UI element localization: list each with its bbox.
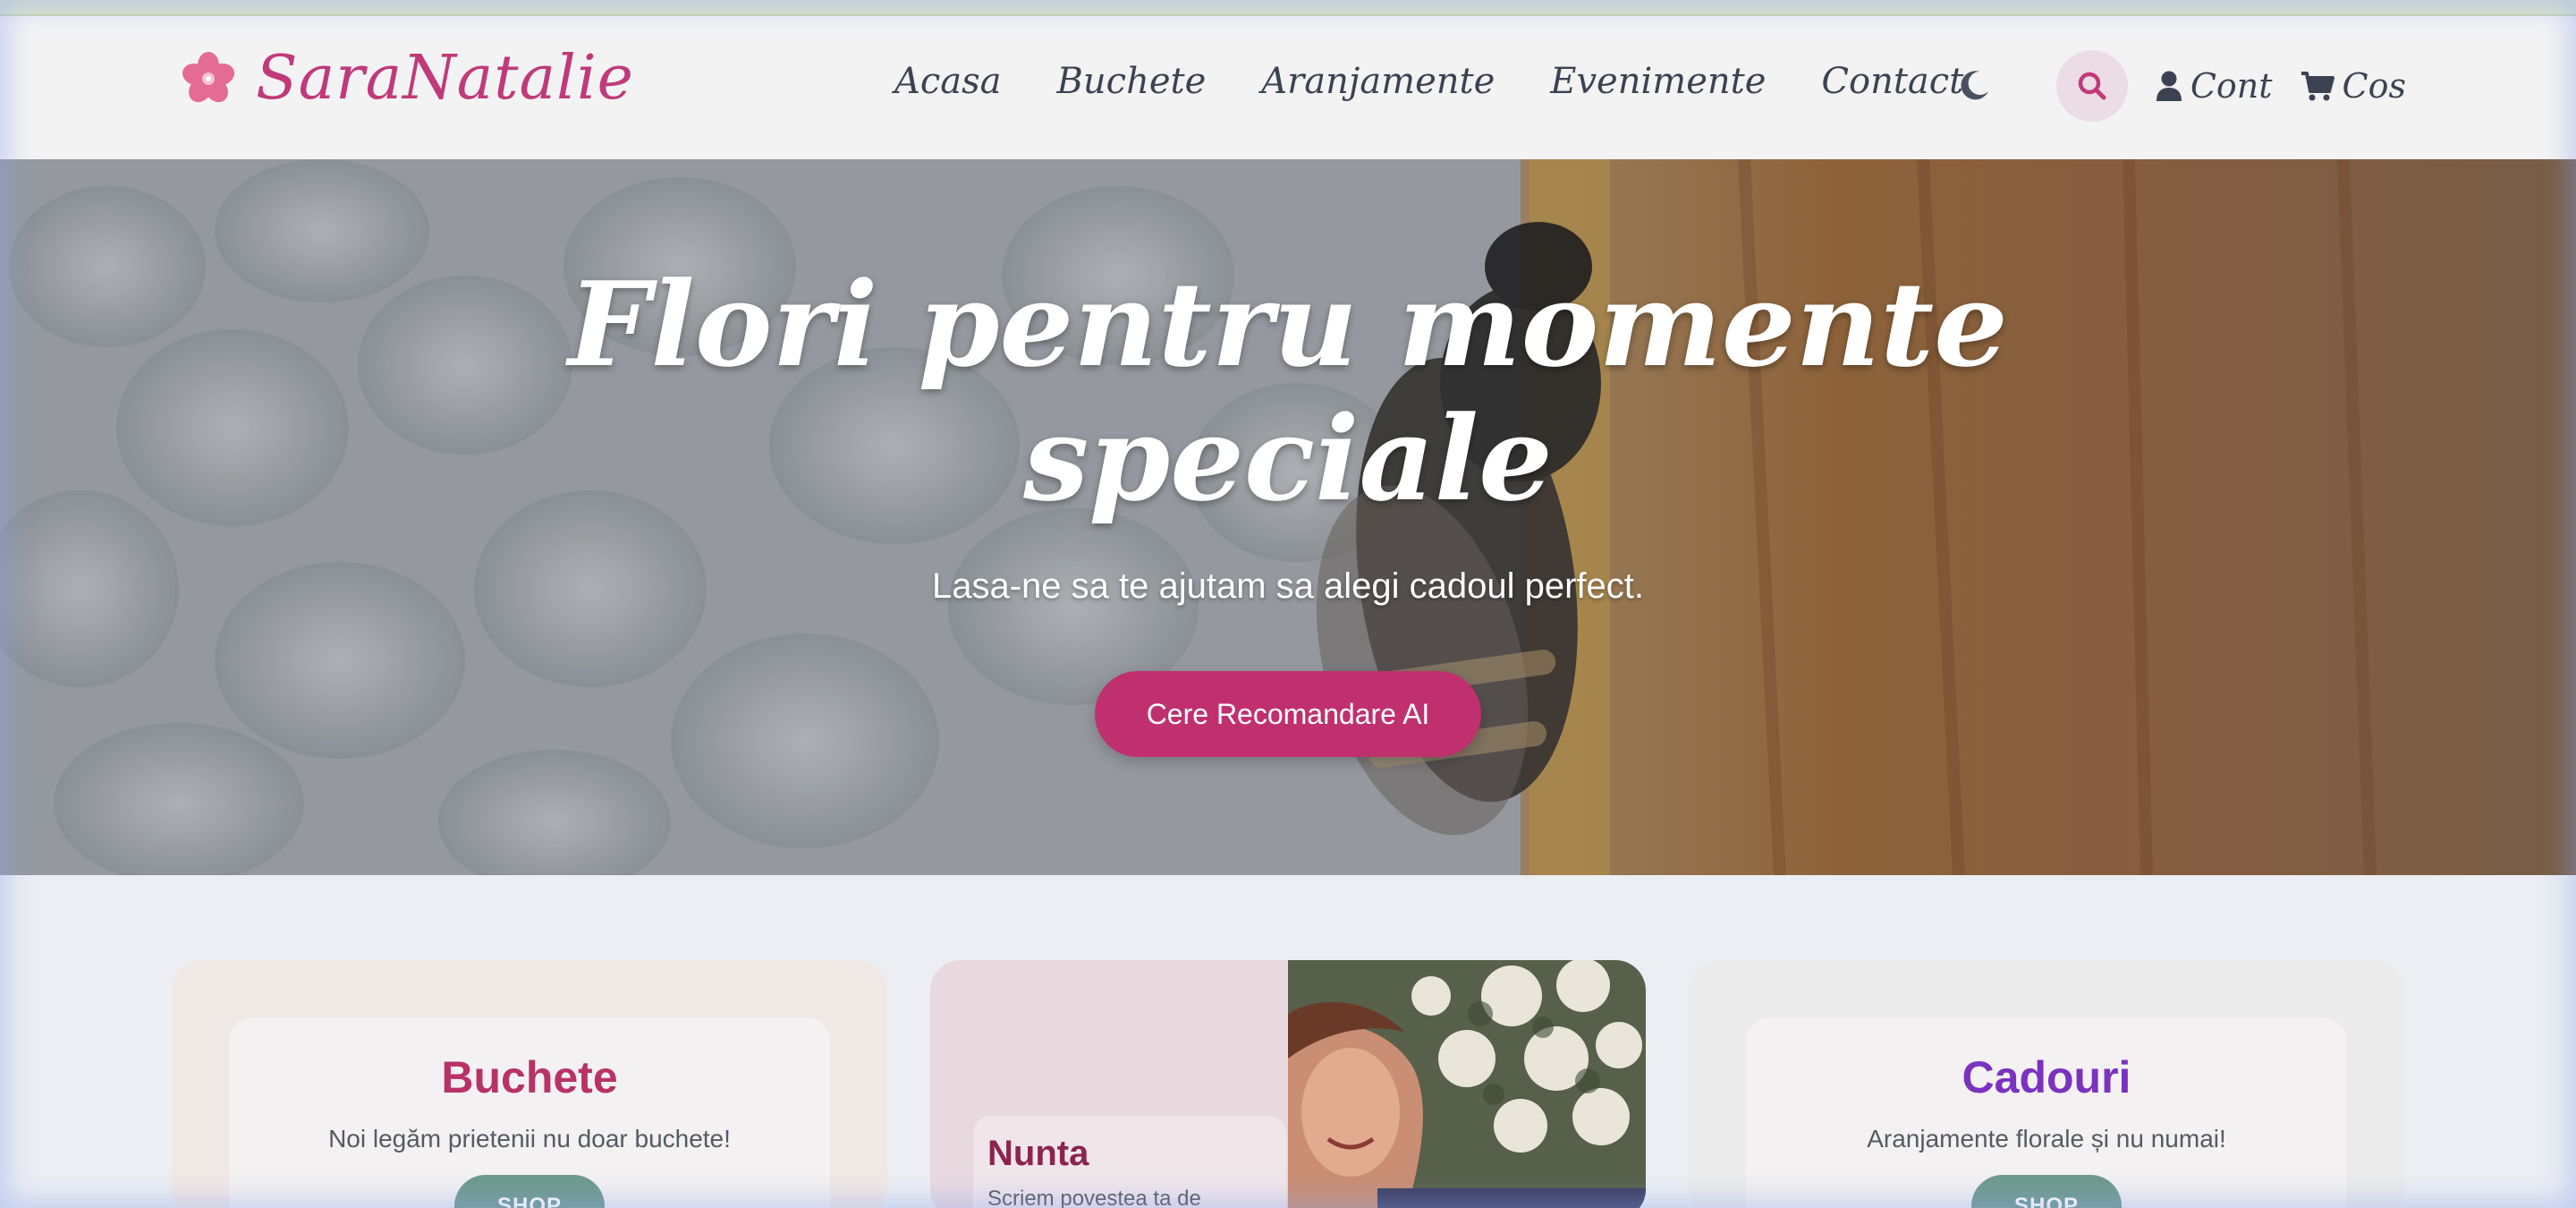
card-cadouri-description: Aranjamente florale și nu numai! <box>1867 1125 2226 1153</box>
cart-link[interactable]: Cos <box>2300 66 2406 106</box>
hero-title-line-2: speciale <box>1023 390 1553 527</box>
nav-item-buchete[interactable]: Buchete <box>1057 61 1207 102</box>
card-nunta-label: Nunta Scriem povestea ta de <box>973 1116 1286 1208</box>
account-link[interactable]: Cont <box>2155 66 2273 106</box>
hero-title-line-1: Flori pentru momente <box>568 256 2008 393</box>
account-label: Cont <box>2190 66 2273 106</box>
nav-item-acasa[interactable]: Acasa <box>894 61 1002 102</box>
user-icon <box>2156 71 2182 101</box>
hero-title: Flori pentru momente speciale <box>0 258 2576 526</box>
card-nunta-title: Nunta <box>987 1134 1089 1173</box>
card-cadouri-inner: Cadouri Aranjamente florale și nu numai!… <box>1746 1017 2347 1208</box>
wedding-photo <box>1288 960 1646 1208</box>
hero-subtitle: Lasa-ne sa te ajutam sa alegi cadoul per… <box>931 566 1645 606</box>
card-cadouri[interactable]: Cadouri Aranjamente florale și nu numai!… <box>1689 960 2404 1208</box>
top-accent-strip <box>0 0 2576 16</box>
card-nunta-description: Scriem povestea ta de <box>987 1187 1201 1208</box>
card-buchete[interactable]: Buchete Noi legăm prietenii nu doar buch… <box>172 960 887 1208</box>
card-cadouri-title: Cadouri <box>1962 1052 2131 1102</box>
cart-label: Cos <box>2342 66 2406 106</box>
cart-icon <box>2301 72 2334 101</box>
card-buchete-description: Noi legăm prietenii nu doar buchete! <box>328 1125 731 1153</box>
site-header: SaraNatalie Acasa Buchete Aranjamente Ev… <box>0 16 2576 159</box>
header-actions: Cont Cos <box>1956 50 2406 122</box>
moon-icon[interactable] <box>1956 68 1992 104</box>
nav-item-aranjamente[interactable]: Aranjamente <box>1261 61 1495 102</box>
search-button[interactable] <box>2055 50 2128 122</box>
nav-item-contact[interactable]: Contact <box>1821 61 1963 102</box>
brand-name: SaraNatalie <box>256 43 634 114</box>
main-nav: Acasa Buchete Aranjamente Evenimente Con… <box>894 61 1963 102</box>
cadouri-shop-button[interactable]: SHOP <box>1971 1175 2122 1208</box>
hero-banner: Flori pentru momente speciale Lasa-ne sa… <box>0 159 2576 875</box>
card-buchete-title: Buchete <box>441 1052 618 1102</box>
brand-logo[interactable]: SaraNatalie <box>179 43 634 114</box>
card-buchete-inner: Buchete Noi legăm prietenii nu doar buch… <box>229 1017 830 1208</box>
nav-item-evenimente[interactable]: Evenimente <box>1550 61 1766 102</box>
ai-recommendation-button[interactable]: Cere Recomandare AI <box>1095 671 1481 757</box>
flower-logo-icon <box>182 51 235 102</box>
search-icon <box>2078 72 2106 100</box>
buchete-shop-button[interactable]: SHOP <box>454 1175 605 1208</box>
card-nunta[interactable]: Nunta Scriem povestea ta de <box>930 960 1646 1208</box>
